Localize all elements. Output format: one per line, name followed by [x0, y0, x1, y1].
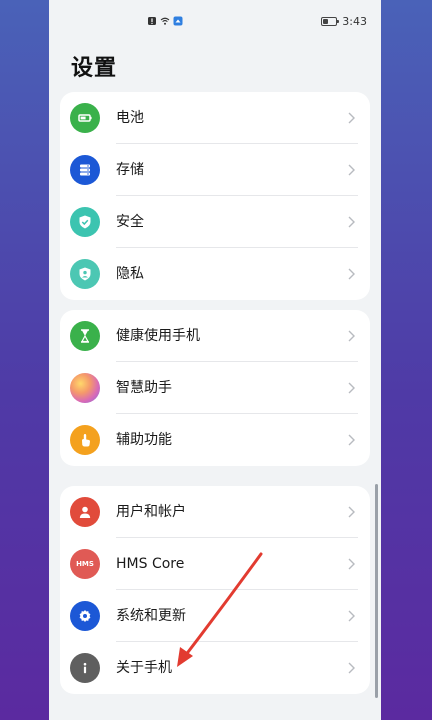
status-bar: 3:43	[49, 0, 381, 44]
settings-item-label: 安全	[116, 214, 144, 230]
settings-item-label: 用户和帐户	[116, 504, 186, 520]
settings-item-digital-balance[interactable]: 健康使用手机	[60, 310, 370, 362]
settings-group-2: 健康使用手机 智慧助手 辅助功能	[60, 310, 370, 466]
chevron-right-icon	[348, 506, 355, 518]
settings-item-storage[interactable]: 存储	[60, 144, 370, 196]
hms-icon-text: HMS	[76, 560, 94, 568]
user-icon	[70, 497, 100, 527]
settings-group-1: 电池 存储 安全 隐私	[60, 92, 370, 300]
settings-item-label: 关于手机	[116, 660, 172, 676]
storage-icon	[70, 155, 100, 185]
battery-icon	[321, 17, 340, 26]
chevron-right-icon	[348, 434, 355, 446]
chevron-right-icon	[348, 610, 355, 622]
settings-item-label: 电池	[116, 110, 144, 126]
page-title: 设置	[71, 56, 118, 81]
settings-group-3: 用户和帐户 HMS HMS Core 系统和更新 关于手机	[60, 486, 370, 694]
chevron-right-icon	[348, 558, 355, 570]
settings-item-label: HMS Core	[116, 556, 185, 572]
settings-item-security[interactable]: 安全	[60, 196, 370, 248]
settings-item-privacy[interactable]: 隐私	[60, 248, 370, 300]
settings-item-label: 系统和更新	[116, 608, 186, 624]
settings-item-battery[interactable]: 电池	[60, 92, 370, 144]
chevron-right-icon	[348, 330, 355, 342]
chevron-right-icon	[348, 268, 355, 280]
wifi-icon	[160, 17, 170, 25]
settings-item-users-accounts[interactable]: 用户和帐户	[60, 486, 370, 538]
assistant-orb-icon	[70, 373, 100, 403]
status-icons-right: 3:43	[321, 15, 367, 28]
settings-item-label: 健康使用手机	[116, 328, 200, 344]
privacy-shield-icon	[70, 259, 100, 289]
chevron-right-icon	[348, 216, 355, 228]
battery-setting-icon	[70, 103, 100, 133]
chevron-right-icon	[348, 382, 355, 394]
settings-item-accessibility[interactable]: 辅助功能	[60, 414, 370, 466]
settings-item-label: 智慧助手	[116, 380, 172, 396]
settings-item-label: 隐私	[116, 266, 144, 282]
shield-check-icon	[70, 207, 100, 237]
hand-touch-icon	[70, 425, 100, 455]
chevron-right-icon	[348, 112, 355, 124]
notification-alert-icon	[148, 17, 156, 25]
status-icons-left	[147, 16, 183, 26]
settings-item-smart-assistant[interactable]: 智慧助手	[60, 362, 370, 414]
settings-item-system-updates[interactable]: 系统和更新	[60, 590, 370, 642]
chevron-right-icon	[348, 164, 355, 176]
info-icon	[70, 653, 100, 683]
phone-screen: 3:43 设置 电池 存储 安全 隐私 健康使用手机 智慧助手 辅助功能 用户和…	[49, 0, 381, 720]
settings-item-hms-core[interactable]: HMS HMS Core	[60, 538, 370, 590]
status-time: 3:43	[342, 15, 367, 28]
scrollbar[interactable]	[375, 484, 378, 698]
chevron-right-icon	[348, 662, 355, 674]
settings-item-label: 辅助功能	[116, 432, 172, 448]
system-gear-icon	[70, 601, 100, 631]
app-notification-icon	[173, 16, 183, 26]
hms-icon: HMS	[70, 549, 100, 579]
hourglass-icon	[70, 321, 100, 351]
settings-item-about-phone[interactable]: 关于手机	[60, 642, 370, 694]
settings-item-label: 存储	[116, 162, 144, 178]
